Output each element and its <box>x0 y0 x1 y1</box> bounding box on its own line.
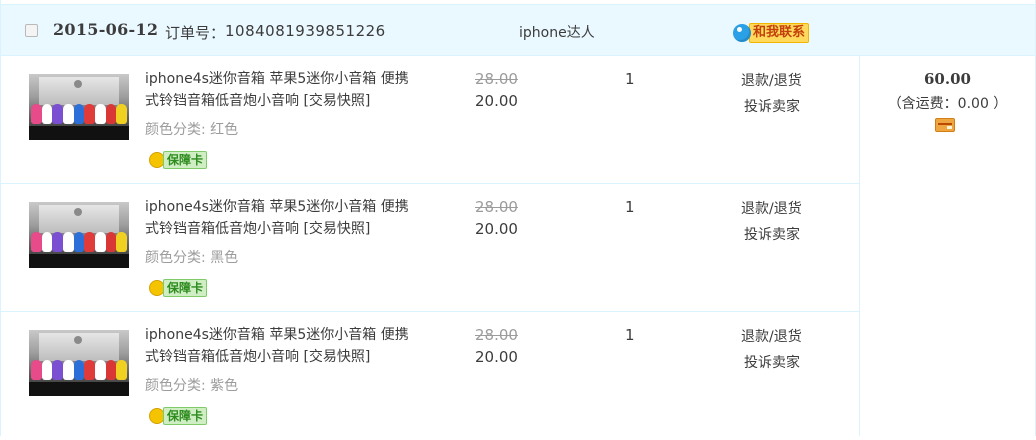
product-sku: 颜色分类: 红色 <box>145 122 239 138</box>
order-item-row: iphone4s迷你音箱 苹果5迷你小音箱 便携式铃铛音箱低音炮小音响 [交易快… <box>1 184 859 312</box>
order-total-column: 60.00 （含运费：0.00 ） <box>859 56 1035 436</box>
order-card: 2015-06-12 订单号： 1084081939851226 iphone达… <box>0 0 1036 436</box>
order-total: 60.00 <box>924 70 971 88</box>
contact-seller-label: 和我联系 <box>749 23 810 43</box>
card-icon[interactable] <box>935 118 955 132</box>
product-thumbnail[interactable] <box>29 202 129 268</box>
refund-return-link[interactable]: 退款/退货 <box>741 198 802 218</box>
unit-price: 20.00 <box>475 220 518 238</box>
complain-seller-link[interactable]: 投诉卖家 <box>744 352 800 372</box>
item-quantity: 1 <box>625 326 635 344</box>
product-title-link[interactable]: iphone4s迷你音箱 苹果5迷你小音箱 便携式铃铛音箱低音炮小音响 [交易快… <box>145 196 410 240</box>
original-price: 28.00 <box>475 326 518 344</box>
unit-price: 20.00 <box>475 348 518 366</box>
warranty-card-label: 保障卡 <box>163 407 208 425</box>
chat-bubble-icon <box>733 24 751 42</box>
warranty-card-label: 保障卡 <box>163 279 208 297</box>
order-number: 1084081939851226 <box>225 22 386 40</box>
original-price: 28.00 <box>475 198 518 216</box>
item-quantity: 1 <box>625 70 635 88</box>
product-sku: 颜色分类: 紫色 <box>145 378 239 394</box>
shop-name-link[interactable]: iphone达人 <box>519 22 595 42</box>
warranty-card-badge[interactable]: 保障卡 <box>149 150 213 170</box>
product-thumbnail[interactable] <box>29 330 129 396</box>
complain-seller-link[interactable]: 投诉卖家 <box>744 224 800 244</box>
warranty-card-label: 保障卡 <box>163 151 208 169</box>
contact-seller-button[interactable]: 和我联系 <box>733 23 810 43</box>
shipping-fee: （含运费：0.00 ） <box>887 96 1008 112</box>
product-sku: 颜色分类: 黑色 <box>145 250 239 266</box>
order-select-checkbox[interactable] <box>25 24 38 37</box>
refund-return-link[interactable]: 退款/退货 <box>741 70 802 90</box>
product-title-link[interactable]: iphone4s迷你音箱 苹果5迷你小音箱 便携式铃铛音箱低音炮小音响 [交易快… <box>145 324 410 368</box>
unit-price: 20.00 <box>475 92 518 110</box>
warranty-card-badge[interactable]: 保障卡 <box>149 278 213 298</box>
order-header: 2015-06-12 订单号： 1084081939851226 iphone达… <box>1 4 1035 56</box>
order-date: 2015-06-12 <box>53 20 159 39</box>
item-quantity: 1 <box>625 198 635 216</box>
product-title-link[interactable]: iphone4s迷你音箱 苹果5迷你小音箱 便携式铃铛音箱低音炮小音响 [交易快… <box>145 68 410 112</box>
original-price: 28.00 <box>475 70 518 88</box>
order-item-row: iphone4s迷你音箱 苹果5迷你小音箱 便携式铃铛音箱低音炮小音响 [交易快… <box>1 56 859 184</box>
refund-return-link[interactable]: 退款/退货 <box>741 326 802 346</box>
warranty-card-badge[interactable]: 保障卡 <box>149 406 213 426</box>
order-number-label: 订单号： <box>165 24 226 42</box>
product-thumbnail[interactable] <box>29 74 129 140</box>
order-item-row: iphone4s迷你音箱 苹果5迷你小音箱 便携式铃铛音箱低音炮小音响 [交易快… <box>1 312 859 440</box>
complain-seller-link[interactable]: 投诉卖家 <box>744 96 800 116</box>
